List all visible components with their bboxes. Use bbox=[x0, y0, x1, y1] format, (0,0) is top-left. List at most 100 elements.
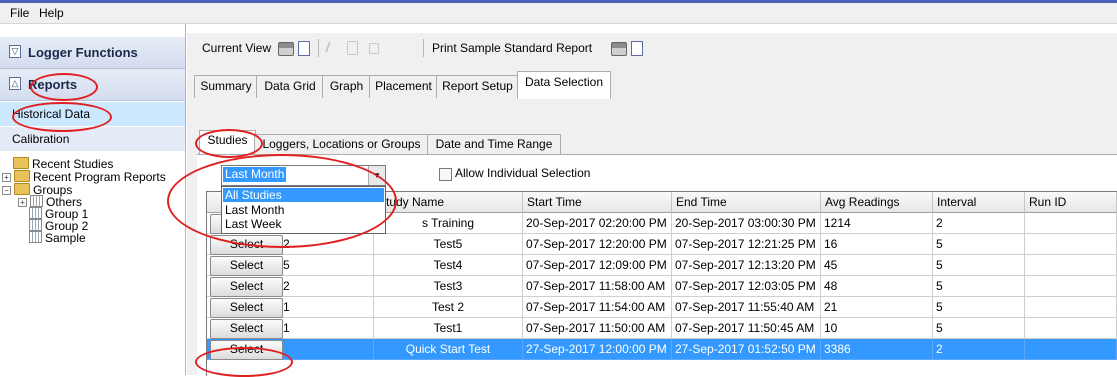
document-icon bbox=[347, 41, 358, 55]
cell-avg: 16 bbox=[821, 234, 933, 255]
tree-label: Recent Program Reports bbox=[33, 170, 166, 184]
expand-plus-icon[interactable]: + bbox=[2, 173, 11, 182]
allow-individual-label: Allow Individual Selection bbox=[455, 166, 591, 180]
cell-interval: 5 bbox=[933, 297, 1025, 318]
cell-name: Quick Start Test bbox=[374, 339, 523, 360]
cell-start: 07-Sep-2017 12:09:00 PM bbox=[523, 255, 672, 276]
tab-data-selection[interactable]: Data Selection bbox=[517, 71, 611, 100]
cell-start: 07-Sep-2017 11:50:00 AM bbox=[523, 318, 672, 339]
cell-interval: 5 bbox=[933, 318, 1025, 339]
folder-icon bbox=[13, 157, 29, 169]
table-row[interactable]: 1 Test 2 07-Sep-2017 11:54:00 AM 07-Sep-201… bbox=[207, 297, 1117, 318]
logger-functions-label: Logger Functions bbox=[28, 45, 138, 60]
group-icon bbox=[30, 195, 43, 207]
header-end-time[interactable]: End Time bbox=[672, 192, 821, 213]
menu-bar: File Help bbox=[0, 3, 1117, 24]
folder-icon bbox=[14, 183, 30, 195]
select-button[interactable]: Select bbox=[210, 319, 283, 339]
tree-item-sample[interactable]: Sample bbox=[29, 231, 86, 245]
cell-end: 07-Sep-2017 12:13:20 PM bbox=[672, 255, 821, 276]
edit-icon bbox=[325, 42, 341, 52]
folder-icon bbox=[14, 170, 30, 182]
subtab-date-time[interactable]: Date and Time Range bbox=[427, 134, 561, 155]
tree-item-recent-studies[interactable]: Recent Studies bbox=[13, 157, 113, 171]
calibration-label: Calibration bbox=[12, 132, 70, 146]
cell-avg: 48 bbox=[821, 276, 933, 297]
sample-preview-icon[interactable] bbox=[631, 41, 643, 56]
cell-run bbox=[1025, 213, 1117, 234]
cell-interval: 2 bbox=[933, 339, 1025, 360]
logger-functions-header[interactable]: ▽ Logger Functions bbox=[0, 37, 185, 69]
print-icon[interactable] bbox=[278, 42, 294, 56]
annotation-oval-dropdown bbox=[167, 154, 397, 248]
cell-start: 27-Sep-2017 12:00:00 PM bbox=[523, 339, 672, 360]
table-row[interactable]: Quick Start Test 27-Sep-2017 12:00:00 PM 2… bbox=[207, 339, 1117, 360]
left-navigation-panel: ▽ Logger Functions △ Reports Historical … bbox=[0, 24, 186, 375]
tab-data-grid[interactable]: Data Grid bbox=[256, 75, 324, 98]
current-view-label: Current View bbox=[202, 41, 272, 55]
tree-label: Sample bbox=[45, 231, 86, 245]
print-sample-report-label: Print Sample Standard Report bbox=[432, 41, 593, 55]
select-button[interactable]: Select bbox=[210, 256, 283, 276]
cell-run bbox=[1025, 234, 1117, 255]
cell-avg: 10 bbox=[821, 318, 933, 339]
print-preview-icon[interactable] bbox=[298, 41, 310, 56]
report-toolbar: Current View Print Sample Standard Repor… bbox=[187, 33, 1117, 63]
cell-avg: 1214 bbox=[821, 213, 933, 234]
annotation-oval-studies-tab bbox=[195, 129, 263, 158]
expand-chevron-icon[interactable]: ▽ bbox=[9, 45, 21, 58]
menu-help[interactable]: Help bbox=[39, 6, 64, 20]
tree-item-recent-program-reports[interactable]: + Recent Program Reports bbox=[2, 170, 166, 184]
header-start-time[interactable]: Start Time bbox=[523, 192, 672, 213]
sidebar-item-calibration[interactable]: Calibration bbox=[0, 127, 185, 151]
cell-interval: 5 bbox=[933, 255, 1025, 276]
cell-run bbox=[1025, 318, 1117, 339]
menu-file[interactable]: File bbox=[10, 6, 29, 20]
cell-start: 20-Sep-2017 02:20:00 PM bbox=[523, 213, 672, 234]
cell-avg: 45 bbox=[821, 255, 933, 276]
cell-avg: 3386 bbox=[821, 339, 933, 360]
tab-report-setup[interactable]: Report Setup bbox=[436, 75, 519, 98]
cell-name: s Training bbox=[374, 213, 523, 234]
cell-name: Test 2 bbox=[374, 297, 523, 318]
group-icon bbox=[29, 231, 42, 243]
delete-icon bbox=[369, 43, 379, 54]
collapse-minus-icon[interactable]: − bbox=[2, 186, 11, 195]
allow-individual-checkbox[interactable] bbox=[439, 168, 452, 181]
table-row[interactable]: 1 Test1 07-Sep-2017 11:50:00 AM 07-Sep-2017… bbox=[207, 318, 1117, 339]
cell-start: 07-Sep-2017 11:58:00 AM bbox=[523, 276, 672, 297]
table-row[interactable]: 5 Test4 07-Sep-2017 12:09:00 PM 07-Sep-2017… bbox=[207, 255, 1117, 276]
annotation-oval-select-button bbox=[195, 347, 293, 377]
select-button[interactable]: Select bbox=[210, 298, 283, 318]
tree-label: Recent Studies bbox=[32, 157, 114, 171]
tab-graph[interactable]: Graph bbox=[322, 75, 371, 98]
tab-summary[interactable]: Summary bbox=[194, 75, 258, 98]
cell-end: 07-Sep-2017 12:21:25 PM bbox=[672, 234, 821, 255]
cell-name: Test1 bbox=[374, 318, 523, 339]
cell-name: Test4 bbox=[374, 255, 523, 276]
cell-end: 20-Sep-2017 03:00:30 PM bbox=[672, 213, 821, 234]
cell-interval: 2 bbox=[933, 213, 1025, 234]
expand-plus-icon[interactable]: + bbox=[18, 198, 27, 207]
tab-placement[interactable]: Placement bbox=[369, 75, 438, 98]
table-row[interactable]: 2 Test3 07-Sep-2017 11:58:00 AM 07-Sep-2017… bbox=[207, 276, 1117, 297]
cell-interval: 5 bbox=[933, 276, 1025, 297]
cell-run bbox=[1025, 339, 1117, 360]
cell-end: 07-Sep-2017 12:03:05 PM bbox=[672, 276, 821, 297]
header-run-id[interactable]: Run ID bbox=[1025, 192, 1117, 213]
cell-name: Test5 bbox=[374, 234, 523, 255]
annotation-oval-historical-data bbox=[12, 102, 112, 132]
report-tabs: Summary Data Grid Graph Placement Report… bbox=[187, 63, 1117, 100]
cell-interval: 5 bbox=[933, 234, 1025, 255]
subtab-loggers[interactable]: Loggers, Locations or Groups bbox=[254, 134, 429, 155]
cell-run bbox=[1025, 297, 1117, 318]
cell-avg: 21 bbox=[821, 297, 933, 318]
select-button[interactable]: Select bbox=[210, 277, 283, 297]
cell-run bbox=[1025, 276, 1117, 297]
header-avg-readings[interactable]: Avg Readings bbox=[821, 192, 933, 213]
collapse-chevron-icon[interactable]: △ bbox=[9, 77, 21, 90]
annotation-oval-reports bbox=[30, 73, 98, 101]
print-sample-icon[interactable] bbox=[611, 42, 627, 56]
header-interval[interactable]: Interval bbox=[933, 192, 1025, 213]
cell-end: 07-Sep-2017 11:55:40 AM bbox=[672, 297, 821, 318]
